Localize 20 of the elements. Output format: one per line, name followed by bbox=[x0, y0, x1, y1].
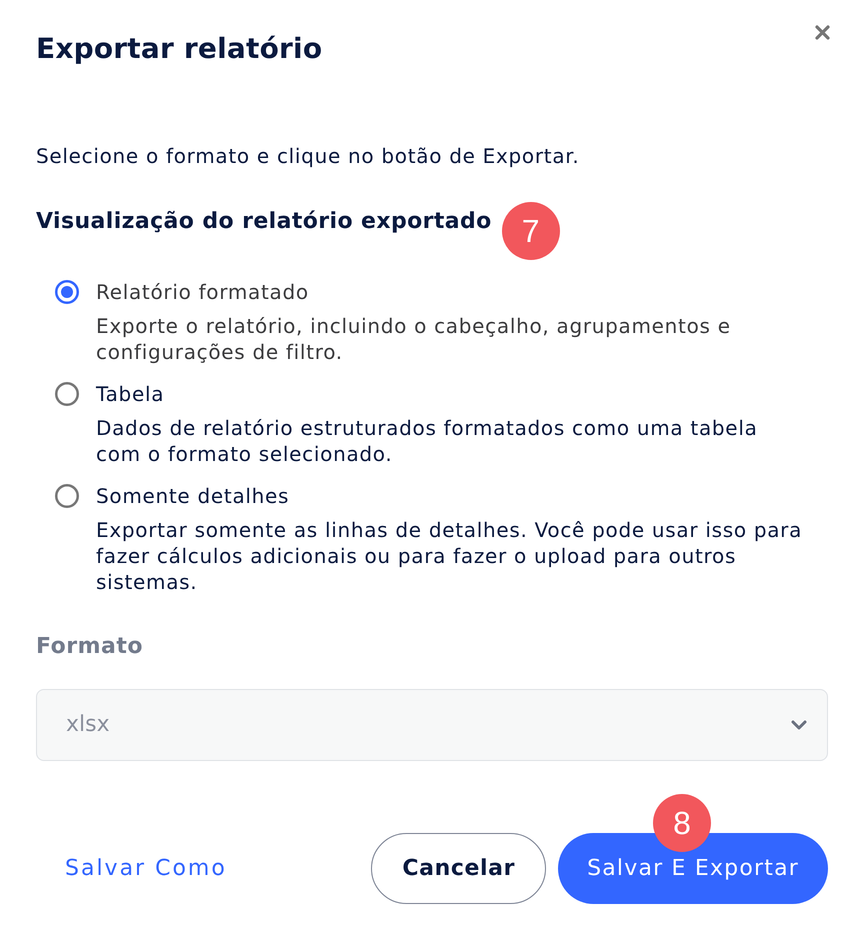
format-label: Formato bbox=[36, 633, 144, 661]
step-badge: 7 bbox=[502, 202, 560, 260]
section-heading: Visualização do relatório exportado bbox=[36, 208, 492, 236]
radio-button[interactable] bbox=[55, 280, 79, 304]
step-badge: 8 bbox=[653, 794, 712, 852]
radio-button[interactable] bbox=[55, 484, 79, 508]
option-label[interactable]: Tabela bbox=[96, 381, 828, 407]
close-icon[interactable] bbox=[815, 25, 830, 40]
export-button[interactable]: Salvar E Exportar bbox=[558, 833, 828, 904]
option-description: Exporte o relatório, incluindo o cabeçalho, agrupamentos e configurações de filtro. bbox=[96, 313, 732, 365]
instruction-text: Selecione o formato e clique no botão de Exportar. bbox=[36, 143, 580, 169]
option-label[interactable]: Somente detalhes bbox=[96, 483, 828, 509]
option-label[interactable]: Relatório formatado bbox=[96, 279, 828, 305]
save-as-link[interactable]: Salvar Como bbox=[36, 833, 256, 904]
chevron-down-icon bbox=[791, 720, 807, 730]
radio-button[interactable] bbox=[55, 382, 79, 406]
dialog-title: Exportar relatório bbox=[36, 31, 322, 67]
option-description: Dados de relatório estruturados formatados como uma tabela com o formato selecionado. bbox=[96, 415, 759, 467]
option-description: Exportar somente as linhas de detalhes. Você pode usar isso para fazer cálculos adicionais ou para fazer o upload para outros sistemas. bbox=[96, 517, 804, 595]
cancel-button[interactable]: Cancelar bbox=[371, 833, 546, 904]
